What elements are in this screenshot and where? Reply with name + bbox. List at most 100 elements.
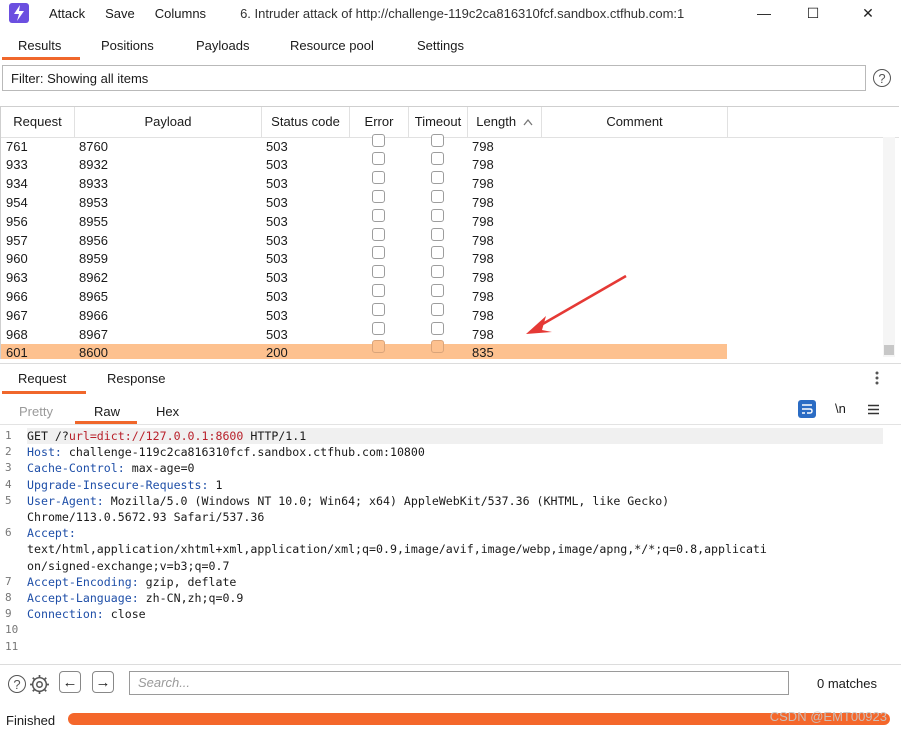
close-button[interactable]: ✕ bbox=[845, 0, 891, 26]
cell-length: 798 bbox=[472, 232, 494, 248]
tab-results[interactable]: Results bbox=[18, 38, 61, 53]
cell-length: 798 bbox=[472, 288, 494, 304]
line-text: Host: challenge-119c2ca816310fcf.sandbox… bbox=[27, 444, 425, 460]
line-text: Accept-Encoding: gzip, deflate bbox=[27, 574, 236, 590]
line-number: 5 bbox=[5, 493, 12, 507]
line-text: on/signed-exchange;v=b3;q=0.7 bbox=[27, 558, 229, 574]
header-value: text/html,application/xhtml+xml,applicat… bbox=[27, 542, 767, 557]
help-icon[interactable]: ? bbox=[8, 675, 26, 693]
table-row[interactable]: 933 8932 503 798 bbox=[1, 152, 727, 175]
header-value: on/signed-exchange;v=b3;q=0.7 bbox=[27, 558, 230, 573]
cell-request: 968 bbox=[6, 326, 28, 342]
menu-attack[interactable]: Attack bbox=[49, 6, 85, 21]
tab-positions[interactable]: Positions bbox=[101, 38, 154, 53]
tab-response[interactable]: Response bbox=[107, 371, 166, 386]
filter-bar[interactable]: Filter: Showing all items bbox=[2, 65, 866, 91]
newline-icon[interactable]: \n bbox=[835, 401, 846, 416]
request-line-part: HTTP/1.1 bbox=[243, 429, 307, 443]
error-checkbox bbox=[372, 189, 385, 203]
cell-payload: 8933 bbox=[79, 176, 108, 192]
line-number: 10 bbox=[5, 623, 19, 637]
menu-save[interactable]: Save bbox=[105, 6, 135, 21]
header-name: Host: bbox=[27, 445, 62, 460]
cell-status-code: 503 bbox=[266, 251, 288, 267]
error-checkbox bbox=[372, 321, 385, 335]
cell-payload: 8967 bbox=[79, 326, 108, 342]
filter-help-icon[interactable]: ? bbox=[873, 69, 891, 87]
line-number: 2 bbox=[5, 445, 12, 459]
line-text: User-Agent: Mozilla/5.0 (Windows NT 10.0… bbox=[27, 493, 669, 509]
column-header-length[interactable]: Length bbox=[468, 107, 542, 137]
message-tabs: Request Response bbox=[0, 363, 901, 394]
burp-logo-icon bbox=[9, 3, 29, 23]
cell-status-code: 503 bbox=[266, 232, 288, 248]
header-value: close bbox=[103, 607, 146, 622]
cell-length: 798 bbox=[472, 307, 494, 323]
cell-payload: 8956 bbox=[79, 232, 108, 248]
timeout-checkbox bbox=[431, 340, 444, 354]
timeout-checkbox bbox=[431, 152, 444, 166]
window-title: 6. Intruder attack of http://challenge-1… bbox=[240, 5, 685, 21]
cell-status-code: 503 bbox=[266, 326, 288, 342]
tab-resource-pool[interactable]: Resource pool bbox=[290, 38, 374, 53]
header-value: Chrome/113.0.5672.93 Safari/537.36 bbox=[27, 510, 265, 524]
line-text: Chrome/113.0.5672.93 Safari/537.36 bbox=[27, 509, 264, 525]
menu-columns[interactable]: Columns bbox=[155, 6, 206, 21]
cell-status-code: 200 bbox=[266, 345, 288, 359]
column-header-length-label: Length bbox=[476, 114, 517, 129]
gear-icon[interactable] bbox=[29, 674, 50, 698]
sort-ascending-icon bbox=[523, 107, 533, 137]
next-match-button[interactable]: → bbox=[92, 671, 114, 693]
cell-payload: 8760 bbox=[79, 138, 108, 154]
table-row[interactable]: 934 8933 503 798 bbox=[1, 171, 727, 194]
error-checkbox bbox=[372, 246, 385, 260]
maximize-button[interactable]: ☐ bbox=[790, 0, 836, 26]
cell-status-code: 503 bbox=[266, 307, 288, 323]
table-scrollbar-thumb[interactable] bbox=[884, 345, 894, 355]
tab-hex[interactable]: Hex bbox=[156, 404, 179, 419]
cell-length: 798 bbox=[472, 213, 494, 229]
column-header-request[interactable]: Request bbox=[1, 107, 75, 137]
minimize-button[interactable]: — bbox=[741, 0, 787, 26]
match-count: 0 matches bbox=[817, 676, 877, 691]
search-input[interactable]: Search... bbox=[129, 671, 789, 695]
header-name: User-Agent: bbox=[27, 493, 104, 508]
column-header-payload[interactable]: Payload bbox=[75, 107, 262, 137]
tab-raw[interactable]: Raw bbox=[94, 404, 120, 419]
table-scrollbar[interactable] bbox=[883, 137, 895, 357]
header-name: Connection: bbox=[27, 607, 104, 622]
column-header-comment[interactable]: Comment bbox=[542, 107, 728, 137]
column-header-status-code[interactable]: Status code bbox=[262, 107, 350, 137]
kebab-menu-icon[interactable] bbox=[874, 370, 880, 389]
results-table: Request Payload Status code Error Timeou… bbox=[0, 106, 899, 359]
header-name: Cache-Control: bbox=[27, 461, 125, 476]
request-editor[interactable]: 1 GET /?url=dict://127.0.0.1:8600 HTTP/1.… bbox=[0, 426, 884, 660]
cell-length: 798 bbox=[472, 326, 494, 342]
watermark: CSDN @EMT00923 bbox=[769, 709, 887, 724]
column-header-timeout[interactable]: Timeout bbox=[409, 107, 468, 137]
header-value: 1 bbox=[208, 477, 223, 492]
line-number: 9 bbox=[5, 607, 12, 621]
table-header: Request Payload Status code Error Timeou… bbox=[1, 107, 899, 138]
timeout-checkbox bbox=[431, 189, 444, 203]
tab-settings[interactable]: Settings bbox=[417, 38, 464, 53]
cell-request: 963 bbox=[6, 270, 28, 286]
table-row[interactable]: 601 8600 200 835 bbox=[1, 340, 727, 359]
cell-request: 601 bbox=[6, 345, 28, 359]
table-row[interactable]: 954 8953 503 798 bbox=[1, 189, 727, 213]
attack-tabs: Results Positions Payloads Resource pool… bbox=[0, 32, 901, 60]
table-row[interactable]: 960 8959 503 798 bbox=[1, 246, 727, 269]
wrap-icon[interactable] bbox=[798, 400, 816, 418]
table-row[interactable]: 761 8760 503 798 bbox=[1, 133, 727, 157]
column-header-error[interactable]: Error bbox=[350, 107, 409, 137]
tab-payloads[interactable]: Payloads bbox=[196, 38, 249, 53]
tab-request[interactable]: Request bbox=[18, 371, 66, 386]
table-row[interactable]: 956 8955 503 798 bbox=[1, 208, 727, 232]
previous-match-button[interactable]: ← bbox=[59, 671, 81, 693]
cell-request: 960 bbox=[6, 251, 28, 267]
header-value: challenge-119c2ca816310fcf.sandbox.ctfhu… bbox=[61, 445, 425, 460]
table-row[interactable]: 957 8956 503 798 bbox=[1, 227, 727, 251]
header-name: Accept-Encoding: bbox=[27, 574, 139, 589]
menu-icon[interactable] bbox=[868, 403, 879, 418]
tab-pretty[interactable]: Pretty bbox=[19, 404, 53, 419]
